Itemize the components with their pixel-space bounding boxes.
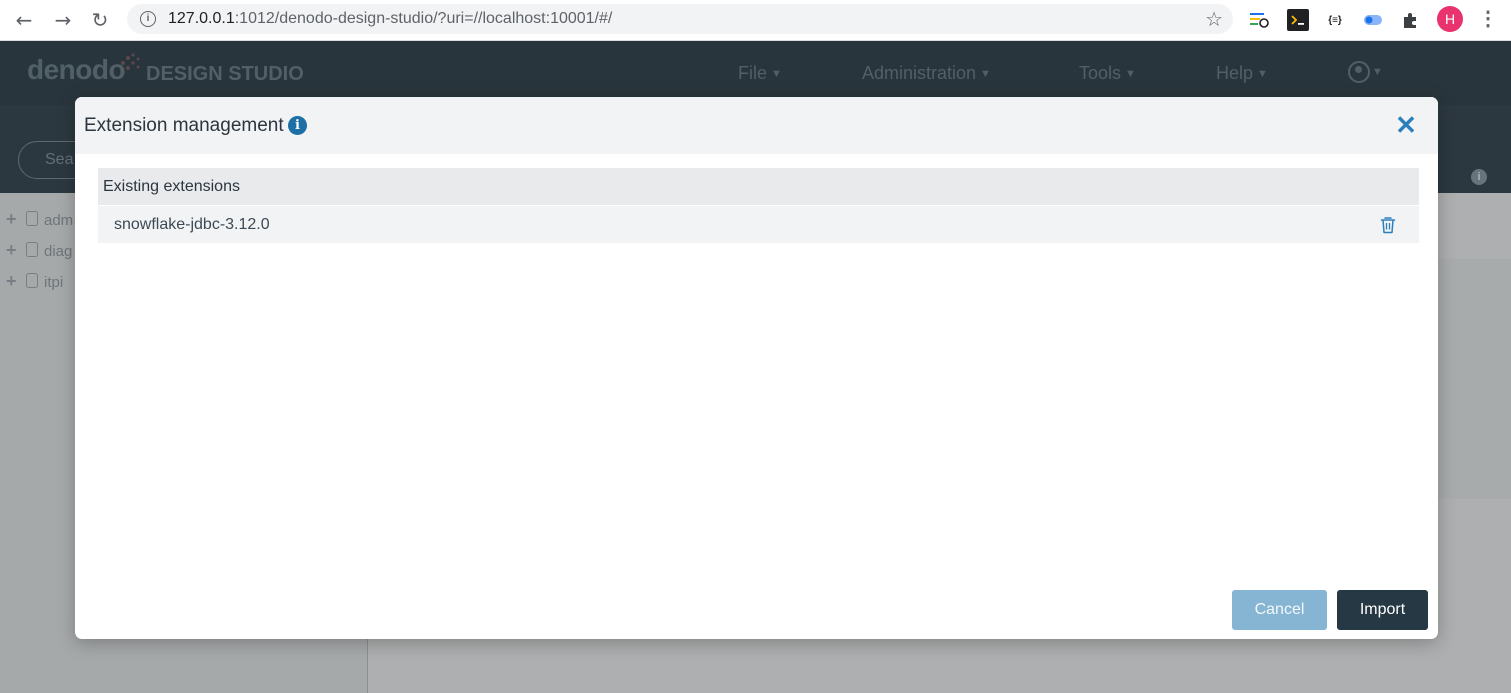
url-text[interactable]: 127.0.0.1:1012/denodo-design-studio/?uri…: [168, 10, 612, 28]
import-button[interactable]: Import: [1337, 590, 1428, 630]
extension-link-icon[interactable]: [1249, 9, 1271, 31]
table-row[interactable]: snowflake-jdbc-3.12.0: [98, 206, 1419, 243]
site-info-icon[interactable]: i: [140, 11, 156, 27]
back-arrow-icon[interactable]: ←: [12, 8, 36, 32]
cancel-button[interactable]: Cancel: [1232, 590, 1327, 630]
terminal-extension-icon[interactable]: [1287, 9, 1309, 31]
table-header: Existing extensions: [98, 168, 1419, 206]
bookmark-star-icon[interactable]: ☆: [1205, 7, 1223, 31]
puzzle-extensions-icon[interactable]: [1400, 9, 1422, 31]
profile-avatar[interactable]: H: [1437, 6, 1463, 32]
reload-icon[interactable]: ↻: [88, 8, 112, 32]
column-header-existing-extensions: Existing extensions: [103, 178, 240, 195]
json-formatter-icon[interactable]: {≡}: [1324, 9, 1346, 31]
forward-arrow-icon[interactable]: →: [51, 8, 75, 32]
info-icon[interactable]: i: [288, 116, 307, 135]
address-bar[interactable]: i 127.0.0.1:1012/denodo-design-studio/?u…: [127, 4, 1233, 34]
close-icon[interactable]: ✕: [1394, 112, 1418, 138]
extensions-table: Existing extensions snowflake-jdbc-3.12.…: [98, 168, 1419, 243]
dialog-header: Extension management i ✕: [75, 97, 1438, 154]
toggle-extension-icon[interactable]: [1362, 9, 1384, 31]
extension-management-dialog: Extension management i ✕ Existing extens…: [75, 97, 1438, 639]
browser-toolbar: ← → ↻ i 127.0.0.1:1012/denodo-design-stu…: [0, 0, 1511, 41]
browser-menu-icon[interactable]: ⋮: [1478, 8, 1498, 32]
extension-name: snowflake-jdbc-3.12.0: [114, 216, 270, 233]
trash-icon[interactable]: [1379, 216, 1397, 234]
dialog-title: Extension management: [84, 115, 284, 136]
